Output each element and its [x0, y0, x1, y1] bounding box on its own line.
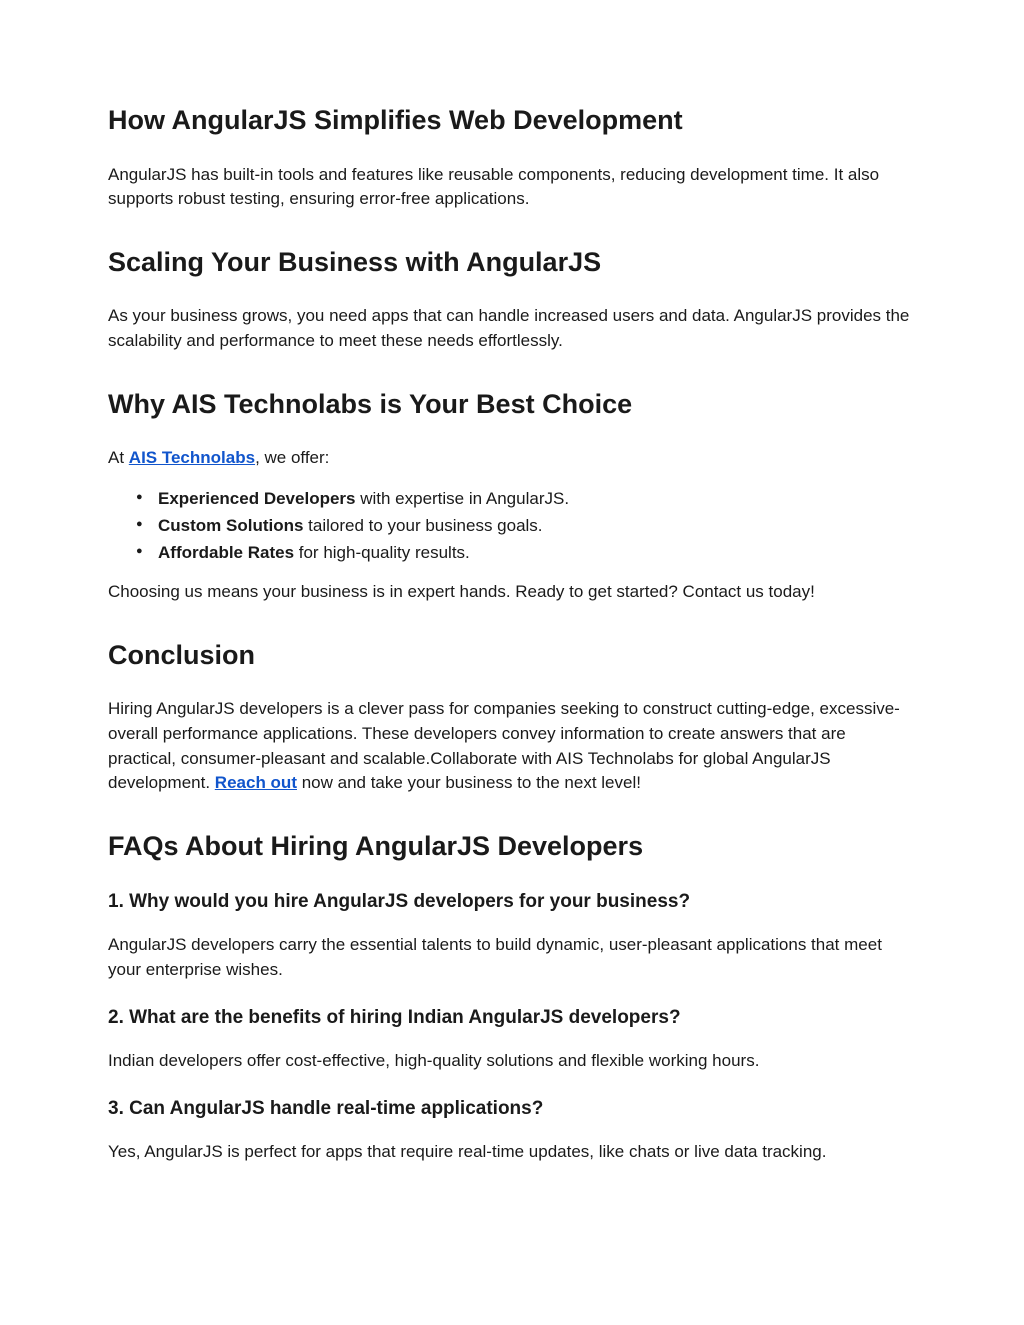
- section-heading-why-ais: Why AIS Technolabs is Your Best Choice: [108, 384, 916, 425]
- paragraph-closing: Choosing us means your business is in ex…: [108, 580, 916, 605]
- text-prefix: At: [108, 448, 129, 467]
- paragraph: As your business grows, you need apps th…: [108, 304, 916, 353]
- paragraph-conclusion: Hiring AngularJS developers is a clever …: [108, 697, 916, 796]
- section-heading-conclusion: Conclusion: [108, 635, 916, 676]
- bullet-strong: Affordable Rates: [158, 543, 294, 562]
- list-item: Affordable Rates for high-quality result…: [158, 539, 916, 566]
- faq-answer: Indian developers offer cost-effective, …: [108, 1049, 916, 1074]
- text-suffix: now and take your business to the next l…: [297, 773, 641, 792]
- bullet-strong: Experienced Developers: [158, 489, 355, 508]
- list-item: Experienced Developers with expertise in…: [158, 485, 916, 512]
- faq-answer: Yes, AngularJS is perfect for apps that …: [108, 1140, 916, 1165]
- bullet-list: Experienced Developers with expertise in…: [108, 485, 916, 567]
- faq-answer: AngularJS developers carry the essential…: [108, 933, 916, 982]
- link-reach-out[interactable]: Reach out: [215, 773, 297, 792]
- paragraph-intro: At AIS Technolabs, we offer:: [108, 446, 916, 471]
- bullet-rest: tailored to your business goals.: [303, 516, 542, 535]
- faq-question: 1. Why would you hire AngularJS develope…: [108, 888, 916, 917]
- faq-question: 3. Can AngularJS handle real-time applic…: [108, 1095, 916, 1124]
- bullet-rest: with expertise in AngularJS.: [355, 489, 569, 508]
- list-item: Custom Solutions tailored to your busine…: [158, 512, 916, 539]
- section-heading-simplifies: How AngularJS Simplifies Web Development: [108, 100, 916, 141]
- text-suffix: , we offer:: [255, 448, 329, 467]
- section-heading-faqs: FAQs About Hiring AngularJS Developers: [108, 826, 916, 867]
- bullet-rest: for high-quality results.: [294, 543, 470, 562]
- link-ais-technolabs[interactable]: AIS Technolabs: [129, 448, 255, 467]
- paragraph: AngularJS has built-in tools and feature…: [108, 163, 916, 212]
- bullet-strong: Custom Solutions: [158, 516, 303, 535]
- section-heading-scaling: Scaling Your Business with AngularJS: [108, 242, 916, 283]
- faq-question: 2. What are the benefits of hiring India…: [108, 1004, 916, 1033]
